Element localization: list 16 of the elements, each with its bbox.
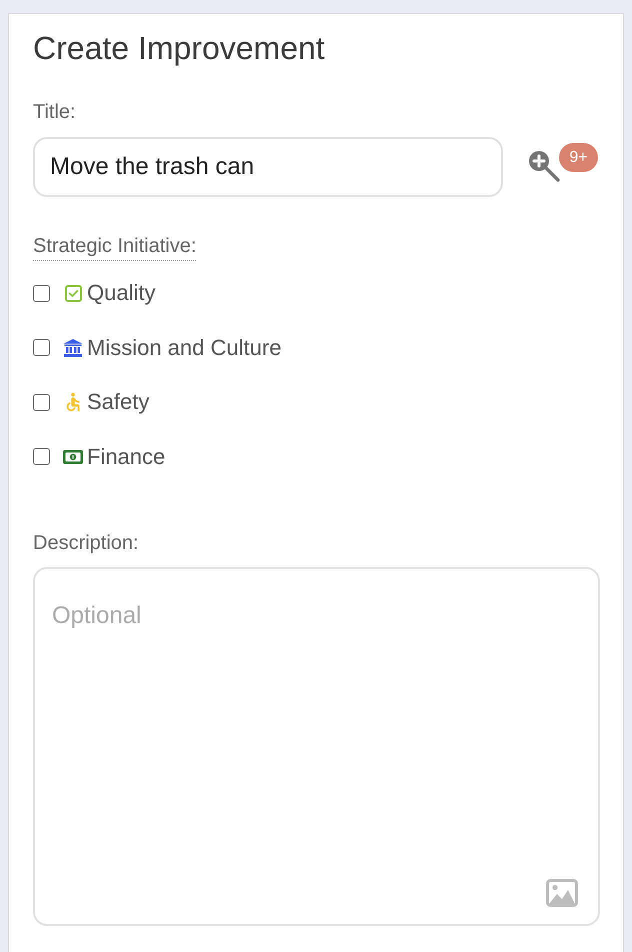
title-label: Title: [33, 100, 76, 124]
option-label: Finance [87, 442, 166, 471]
description-label: Description: [33, 531, 139, 555]
checkbox[interactable] [33, 284, 50, 302]
option-label: Quality [87, 279, 156, 308]
description-field[interactable]: Optional [33, 567, 600, 926]
count-badge: 9+ [559, 143, 598, 172]
option-label: Safety [87, 388, 150, 416]
strategic-initiative-label: Strategic Initiative: [33, 234, 196, 261]
checkbox[interactable] [33, 448, 50, 466]
checkbox[interactable] [33, 394, 50, 411]
title-field[interactable]: Move the trash can [33, 137, 503, 197]
checkbox[interactable] [33, 339, 50, 356]
zoom-in-icon[interactable] [528, 150, 560, 182]
option-label: Mission and Culture [87, 334, 282, 362]
form-title: Create Improvement [33, 29, 325, 68]
